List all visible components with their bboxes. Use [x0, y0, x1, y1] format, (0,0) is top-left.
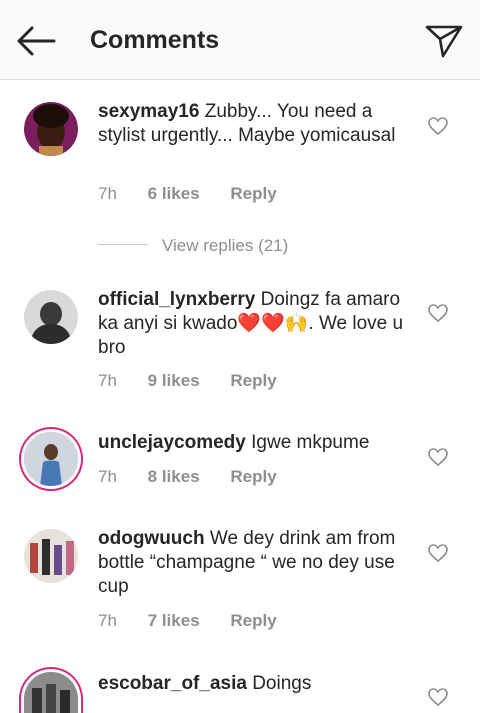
comment-username[interactable]: sexymay16 [98, 101, 199, 122]
comment-time: 7h [98, 371, 117, 390]
like-heart-icon[interactable] [428, 304, 448, 322]
avatar[interactable] [24, 672, 78, 713]
comment-time: 7h [98, 184, 117, 203]
reply-button[interactable]: Reply [230, 611, 276, 631]
comment-username[interactable]: escobar_of_asia [98, 673, 247, 694]
like-heart-icon[interactable] [428, 544, 448, 562]
comment-meta: 7h 7 likes Reply [98, 611, 303, 631]
comment-username[interactable]: odogwuuch [98, 528, 205, 549]
comment-text: escobar_of_asia Doings [98, 672, 416, 696]
comment-meta: 7h 9 likes Reply [98, 371, 303, 391]
reply-button[interactable]: Reply [230, 371, 276, 391]
comment-username[interactable]: official_lynxberry [98, 289, 255, 310]
replies-divider [98, 244, 148, 245]
comment-time: 7h [98, 611, 117, 630]
view-replies-label[interactable]: View replies (21) [162, 236, 288, 256]
comment-likes[interactable]: 8 likes [148, 467, 200, 487]
send-icon[interactable] [424, 24, 464, 58]
comment-text: sexymay16 Zubby... You need a stylist ur… [98, 100, 416, 148]
comment-time: 7h [98, 467, 117, 486]
comment-body: Igwe mkpume [251, 432, 370, 453]
page-title: Comments [90, 26, 220, 54]
top-bar: Comments [0, 0, 480, 80]
avatar[interactable] [24, 432, 78, 486]
comment-likes[interactable]: 7 likes [148, 611, 200, 631]
comment-text: official_lynxberry Doingz fa amaro ka an… [98, 288, 416, 360]
avatar[interactable] [24, 102, 78, 156]
reply-button[interactable]: Reply [230, 184, 276, 204]
like-heart-icon[interactable] [428, 117, 448, 135]
reply-button[interactable]: Reply [230, 467, 276, 487]
like-heart-icon[interactable] [428, 448, 448, 466]
comment-text: odogwuuch We dey drink am from bottle “c… [98, 527, 416, 599]
avatar[interactable] [24, 529, 78, 583]
back-arrow-icon[interactable] [16, 24, 56, 58]
comment-body: Doings [252, 673, 312, 694]
comment-username[interactable]: unclejaycomedy [98, 432, 246, 453]
comment-likes[interactable]: 6 likes [148, 184, 200, 204]
comment-text: unclejaycomedy Igwe mkpume [98, 431, 416, 455]
avatar[interactable] [24, 290, 78, 344]
comment-emojis: ❤️❤️🙌 [237, 313, 309, 334]
comment-meta: 7h 6 likes Reply [98, 184, 303, 204]
comment-meta: 7h 8 likes Reply [98, 467, 303, 487]
like-heart-icon[interactable] [428, 688, 448, 706]
comment-likes[interactable]: 9 likes [148, 371, 200, 391]
